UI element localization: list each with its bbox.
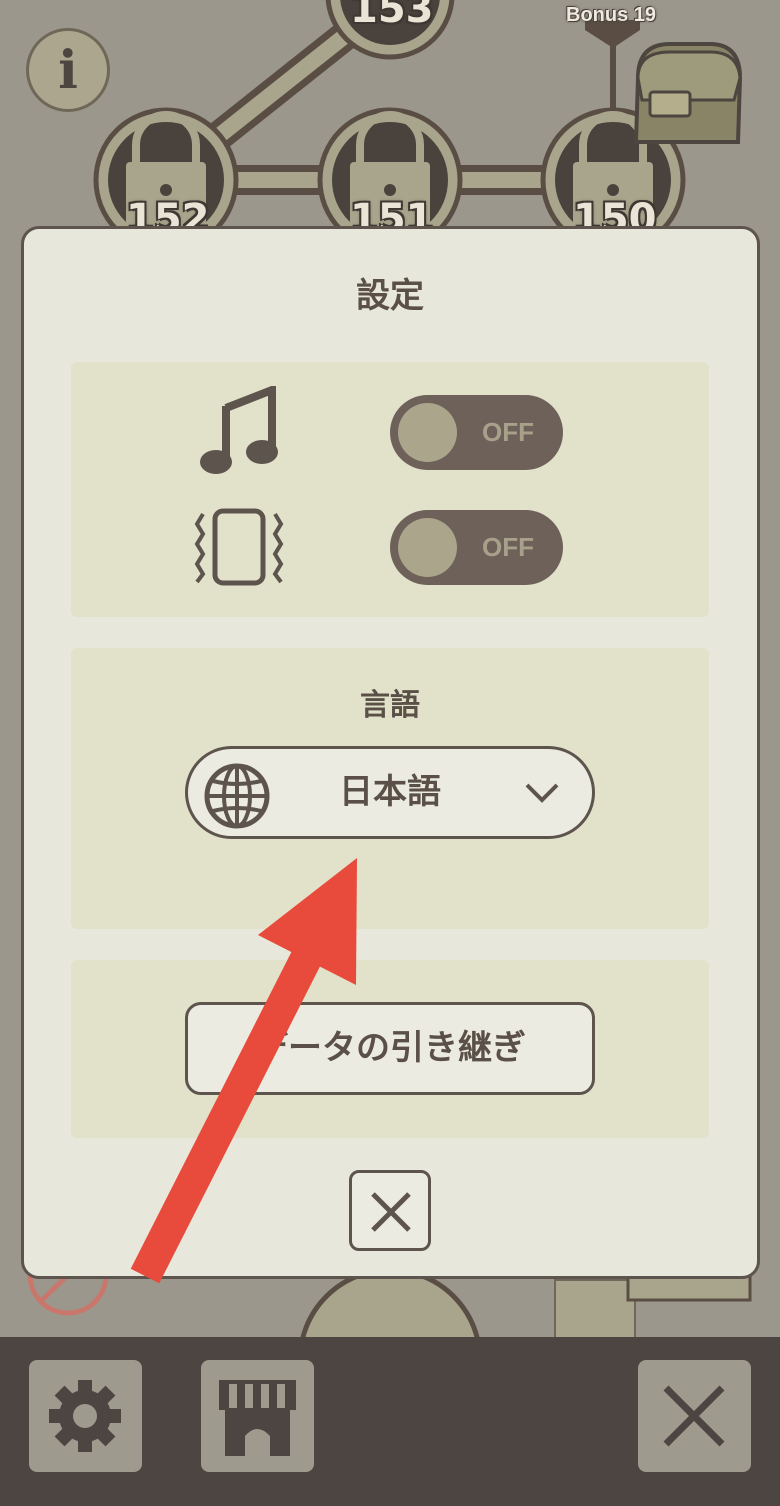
vibration-toggle-knob — [398, 518, 457, 577]
info-button[interactable]: i — [26, 28, 110, 112]
language-select[interactable]: 日本語 — [185, 746, 595, 839]
backpack-icon — [633, 42, 743, 144]
sound-toggle-knob — [398, 403, 457, 462]
sound-vibration-panel — [71, 362, 709, 617]
gear-icon — [49, 1380, 121, 1452]
close-button[interactable] — [638, 1360, 751, 1472]
music-note-icon — [200, 386, 278, 474]
vibration-icon — [194, 508, 284, 586]
vibration-toggle-state: OFF — [482, 532, 534, 562]
data-transfer-button[interactable]: データの引き継ぎ — [185, 1002, 595, 1095]
close-icon — [371, 1192, 411, 1232]
backpack-button[interactable] — [630, 38, 744, 146]
close-icon — [663, 1385, 725, 1447]
shop-icon — [219, 1380, 296, 1456]
sound-toggle[interactable]: OFF — [390, 395, 563, 470]
shop-button[interactable] — [201, 1360, 314, 1472]
settings-button[interactable] — [29, 1360, 142, 1472]
data-transfer-label: データの引き継ぎ — [254, 1028, 526, 1068]
info-label: i — [58, 39, 78, 101]
bonus-label: Bonus 19 — [566, 4, 657, 26]
settings-title: 設定 — [356, 276, 424, 316]
language-label: 言語 — [360, 688, 420, 723]
vibration-toggle[interactable]: OFF — [390, 510, 563, 585]
stage-number-153: 153 — [350, 0, 434, 32]
chevron-down-icon — [525, 783, 559, 803]
sound-toggle-state: OFF — [482, 417, 534, 447]
close-dialog-button[interactable] — [349, 1170, 431, 1251]
